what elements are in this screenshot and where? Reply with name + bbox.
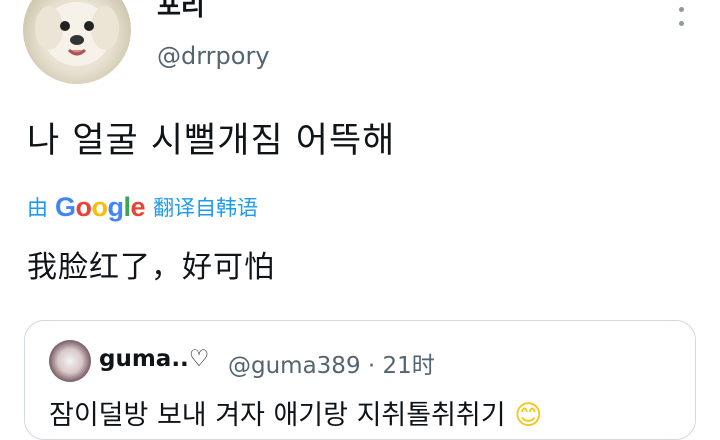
tweet-text: 나 얼굴 시뻘개짐 어뜩해 xyxy=(27,121,396,161)
quoted-tweet-meta: @guma389 · 21时 xyxy=(228,346,435,380)
quoted-author-avatar[interactable] xyxy=(49,340,91,382)
dog-avatar-image xyxy=(35,2,119,66)
google-logo: Google xyxy=(55,191,146,222)
quoted-author-display-name: guma..♡ xyxy=(99,346,210,372)
author-handle[interactable]: @drrpory xyxy=(157,42,270,70)
translated-tweet-text: 我脸红了，好可怕 xyxy=(27,250,275,285)
quoted-tweet-card[interactable]: guma..♡ @guma389 · 21时 잠이덜방 보내 겨자 애기랑 지취… xyxy=(24,320,696,440)
quoted-tweet-time[interactable]: 21时 xyxy=(383,353,435,379)
meta-separator: · xyxy=(367,353,376,379)
translation-attribution[interactable]: 由 Google 翻译自韩语 xyxy=(27,190,258,224)
more-vertical-icon[interactable] xyxy=(676,0,686,26)
author-display-name[interactable]: 포리 xyxy=(157,0,205,23)
author-avatar[interactable] xyxy=(23,0,131,84)
translation-prefix: 由 xyxy=(27,196,48,220)
translation-source-label: 翻译自韩语 xyxy=(153,196,259,220)
quoted-author-handle: @guma389 xyxy=(228,353,361,379)
quoted-tweet-text: 잠이덜방 보내 겨자 애기랑 지취톨취취기 😊 xyxy=(49,393,542,432)
